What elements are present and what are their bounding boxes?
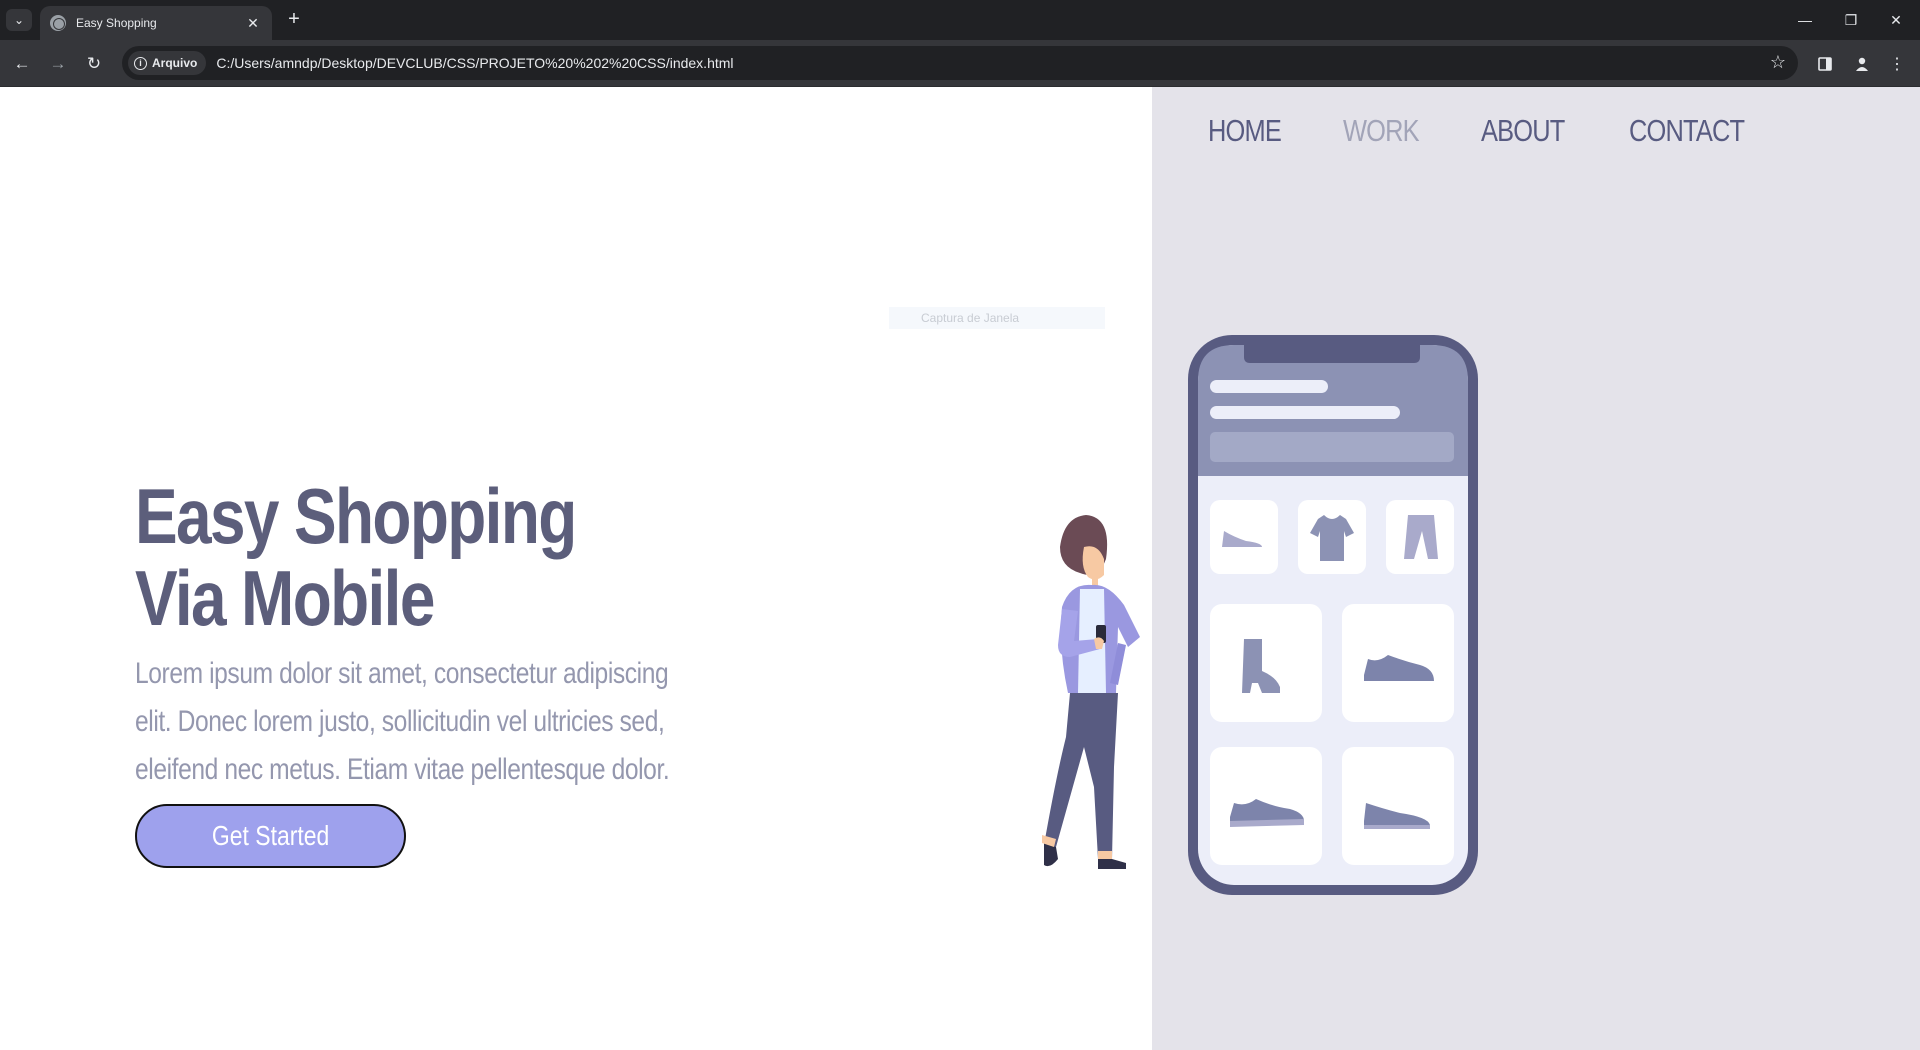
profile-icon[interactable] xyxy=(1849,51,1875,77)
get-started-label: Get Started xyxy=(211,820,330,851)
shopping-illustration xyxy=(1042,335,1478,895)
address-bar[interactable]: i Arquivo C:/Users/amndp/Desktop/DEVCLUB… xyxy=(122,46,1798,80)
nav-contact[interactable]: CONTACT xyxy=(1629,113,1745,149)
info-icon: i xyxy=(134,56,147,70)
tab-title: Easy Shopping xyxy=(76,16,157,30)
hero-description: Lorem ipsum dolor sit amet, consectetur … xyxy=(135,657,670,786)
product-card-flat-shoe xyxy=(1210,500,1278,574)
browser-tab[interactable]: Easy Shopping ✕ xyxy=(40,6,272,40)
nav-work[interactable]: WORK xyxy=(1343,113,1420,149)
minimize-icon[interactable]: — xyxy=(1783,0,1827,40)
bookmark-star-icon[interactable]: ☆ xyxy=(1770,52,1786,73)
page: HOME WORK ABOUT CONTACT Easy Shopping Vi… xyxy=(0,87,1920,1050)
security-chip[interactable]: i Arquivo xyxy=(128,51,207,75)
nav-about[interactable]: ABOUT xyxy=(1481,113,1565,149)
back-arrow-icon[interactable]: ← xyxy=(8,50,36,78)
phone-illustration xyxy=(1188,335,1478,895)
browser-titlebar: ⌄ Easy Shopping ✕ + — ❐ ✕ xyxy=(0,0,1920,40)
hero-title: Easy Shopping Via Mobile xyxy=(135,472,577,642)
side-panel-icon[interactable] xyxy=(1812,51,1838,77)
restore-icon[interactable]: ❐ xyxy=(1829,0,1873,40)
close-tab-icon[interactable]: ✕ xyxy=(244,15,262,32)
main-nav: HOME WORK ABOUT CONTACT xyxy=(1208,113,1816,149)
url-text[interactable]: C:/Users/amndp/Desktop/DEVCLUB/CSS/PROJE… xyxy=(216,55,733,71)
tab-search-icon[interactable]: ⌄ xyxy=(6,9,32,31)
product-card-boot xyxy=(1210,604,1322,722)
new-tab-button[interactable]: + xyxy=(282,8,306,32)
reload-icon[interactable]: ↻ xyxy=(80,50,108,78)
security-chip-label: Arquivo xyxy=(152,56,198,70)
get-started-button[interactable]: Get Started xyxy=(135,804,406,868)
forward-arrow-icon[interactable]: → xyxy=(44,50,72,78)
product-card-sneaker-3 xyxy=(1342,747,1454,865)
hero-title-line-2: Via Mobile xyxy=(135,554,435,642)
browser-toolbar: ← → ↻ i Arquivo C:/Users/amndp/Desktop/D… xyxy=(0,40,1920,87)
nav-home[interactable]: HOME xyxy=(1208,113,1282,149)
globe-icon xyxy=(50,15,66,31)
more-menu-icon[interactable]: ⋮ xyxy=(1884,51,1910,77)
close-window-icon[interactable]: ✕ xyxy=(1874,0,1918,40)
woman-illustration xyxy=(1042,515,1140,869)
hero-title-line-1: Easy Shopping xyxy=(135,472,577,560)
